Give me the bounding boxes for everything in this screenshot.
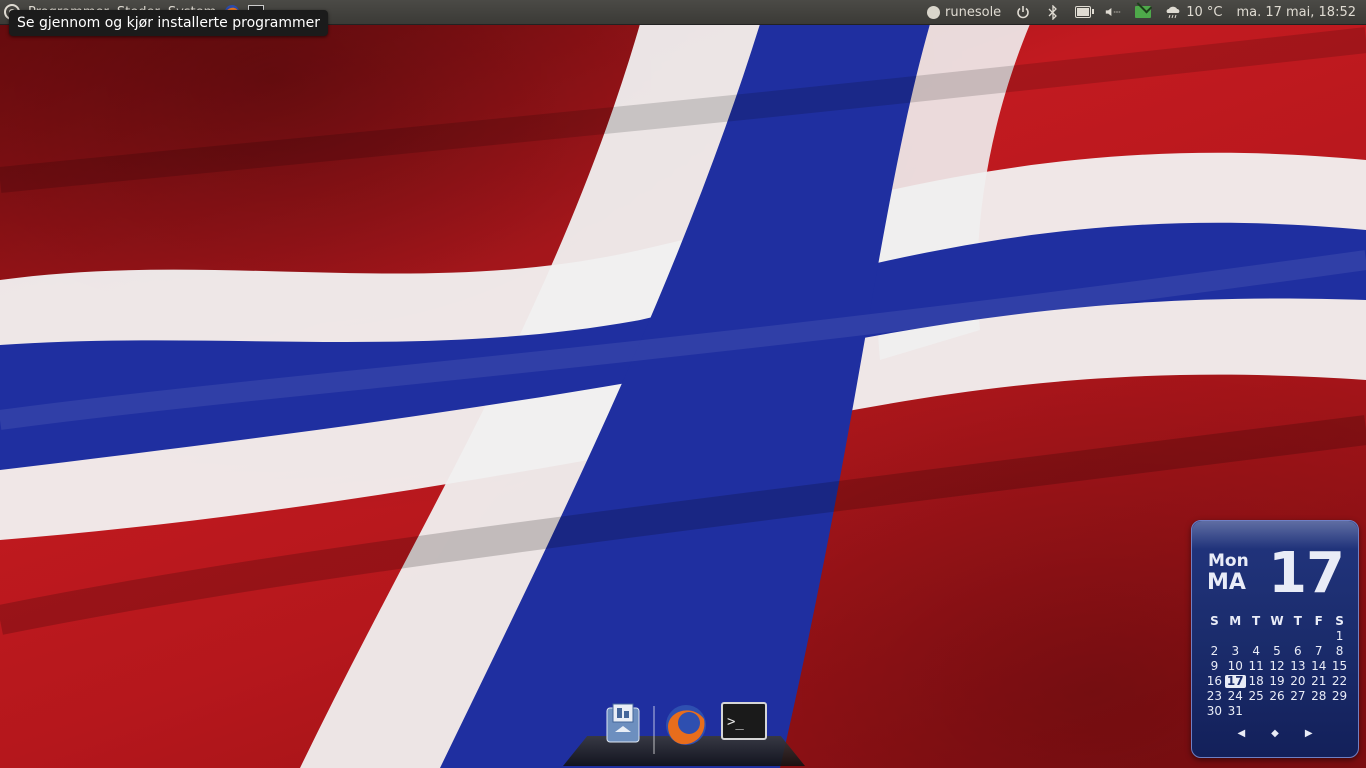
calendar-day[interactable]: 5 bbox=[1267, 645, 1288, 658]
calendar-day[interactable]: 17 bbox=[1224, 675, 1246, 688]
calendar-weekday-header: T bbox=[1252, 614, 1261, 628]
dock-separator bbox=[653, 706, 655, 754]
calendar-day[interactable]: 1 bbox=[1329, 630, 1350, 643]
calendar-weekday-header: M bbox=[1229, 614, 1242, 628]
calendar-weekday-header: F bbox=[1314, 614, 1323, 628]
calendar-day[interactable]: 30 bbox=[1204, 705, 1225, 718]
calendar-day[interactable]: 28 bbox=[1308, 690, 1329, 703]
calendar-month-grid: S M T W T F S 1 2 3 4 5 6 7 8 9 10 11 12 13 14 15 16 17 18 19 20 21… bbox=[1204, 615, 1350, 718]
calendar-empty-cell bbox=[1225, 630, 1246, 643]
calendar-day[interactable]: 7 bbox=[1308, 645, 1329, 658]
calendar-empty-cell bbox=[1308, 705, 1329, 718]
calendar-weekday-norwegian: MA bbox=[1207, 570, 1246, 595]
user-indicator[interactable]: runesole bbox=[927, 5, 1001, 20]
calendar-day[interactable]: 23 bbox=[1204, 690, 1225, 703]
calendar-weekday-header: S bbox=[1335, 614, 1344, 628]
calendar-empty-cell bbox=[1287, 705, 1308, 718]
calendar-navigation: ◀ ◆ ▶ bbox=[1192, 728, 1358, 739]
calendar-weekday-header: S bbox=[1210, 614, 1219, 628]
mail-icon[interactable] bbox=[1135, 4, 1152, 20]
calendar-day[interactable]: 12 bbox=[1267, 660, 1288, 673]
clock[interactable]: ma. 17 mai, 18:52 bbox=[1236, 5, 1356, 20]
calendar-day[interactable]: 11 bbox=[1246, 660, 1267, 673]
calendar-day[interactable]: 9 bbox=[1204, 660, 1225, 673]
calendar-day[interactable]: 10 bbox=[1225, 660, 1246, 673]
calendar-day[interactable]: 27 bbox=[1287, 690, 1308, 703]
calendar-day[interactable]: 4 bbox=[1246, 645, 1267, 658]
volume-icon[interactable] bbox=[1105, 4, 1121, 20]
calendar-day[interactable]: 29 bbox=[1329, 690, 1350, 703]
firefox-icon[interactable] bbox=[663, 702, 707, 746]
weather-temperature: 10 °C bbox=[1186, 4, 1223, 20]
calendar-day[interactable]: 22 bbox=[1329, 675, 1350, 688]
weather-indicator[interactable]: 10 °C bbox=[1165, 4, 1222, 20]
svg-text:>_: >_ bbox=[727, 714, 744, 730]
calendar-big-date: 17 bbox=[1268, 541, 1345, 606]
calendar-prev-icon[interactable]: ◀ bbox=[1237, 728, 1245, 739]
username-label: runesole bbox=[945, 4, 1002, 20]
bluetooth-icon[interactable] bbox=[1045, 4, 1061, 20]
calendar-day[interactable]: 14 bbox=[1308, 660, 1329, 673]
calendar-day[interactable]: 8 bbox=[1329, 645, 1350, 658]
dock: >_ bbox=[563, 698, 805, 768]
calendar-day[interactable]: 15 bbox=[1329, 660, 1350, 673]
calendar-day[interactable]: 6 bbox=[1287, 645, 1308, 658]
calendar-day[interactable]: 26 bbox=[1267, 690, 1288, 703]
calendar-empty-cell bbox=[1287, 630, 1308, 643]
calendar-weekday-english: Mon bbox=[1208, 551, 1249, 571]
calendar-empty-cell bbox=[1246, 705, 1267, 718]
calendar-day[interactable]: 13 bbox=[1287, 660, 1308, 673]
calendar-empty-cell bbox=[1204, 630, 1225, 643]
terminal-icon[interactable]: >_ bbox=[721, 702, 767, 746]
norwegian-flag-graphic bbox=[0, 24, 1366, 768]
battery-icon[interactable] bbox=[1075, 4, 1095, 20]
calendar-day[interactable]: 20 bbox=[1287, 675, 1308, 688]
power-icon[interactable] bbox=[1015, 4, 1031, 20]
calendar-weekday-header: T bbox=[1293, 614, 1302, 628]
calendar-day[interactable]: 24 bbox=[1225, 690, 1246, 703]
battery-gauge bbox=[1075, 6, 1095, 18]
tooltip: Se gjennom og kjør installerte programme… bbox=[9, 10, 329, 36]
calendar-empty-cell bbox=[1329, 705, 1350, 718]
calendar-empty-cell bbox=[1246, 630, 1267, 643]
calendar-day[interactable]: 2 bbox=[1204, 645, 1225, 658]
desktop-wallpaper bbox=[0, 0, 1366, 768]
calendar-day[interactable]: 16 bbox=[1204, 675, 1225, 688]
calendar-weekday-header: W bbox=[1270, 614, 1284, 628]
calendar-day[interactable]: 25 bbox=[1246, 690, 1267, 703]
calendar-day[interactable]: 18 bbox=[1246, 675, 1267, 688]
calendar-next-icon[interactable]: ▶ bbox=[1305, 728, 1313, 739]
calendar-day[interactable]: 21 bbox=[1308, 675, 1329, 688]
battery-fill bbox=[1077, 8, 1090, 16]
user-status-icon bbox=[927, 5, 941, 19]
cloud-rain-icon bbox=[1165, 4, 1181, 20]
panel-indicators: runesole 10 °C ma. 17 mai, 18:52 bbox=[927, 0, 1356, 24]
calendar-day[interactable]: 31 bbox=[1225, 705, 1246, 718]
calendar-empty-cell bbox=[1267, 705, 1288, 718]
home-folder-icon[interactable] bbox=[601, 702, 645, 746]
calendar-today-icon[interactable]: ◆ bbox=[1271, 728, 1279, 739]
calendar-empty-cell bbox=[1308, 630, 1329, 643]
calendar-day[interactable]: 3 bbox=[1225, 645, 1246, 658]
calendar-widget[interactable]: Mon MA 17 S M T W T F S 1 2 3 4 5 6 7 8 9 10 11 12 13 14 15 16… bbox=[1191, 520, 1359, 758]
calendar-empty-cell bbox=[1267, 630, 1288, 643]
calendar-day[interactable]: 19 bbox=[1267, 675, 1288, 688]
